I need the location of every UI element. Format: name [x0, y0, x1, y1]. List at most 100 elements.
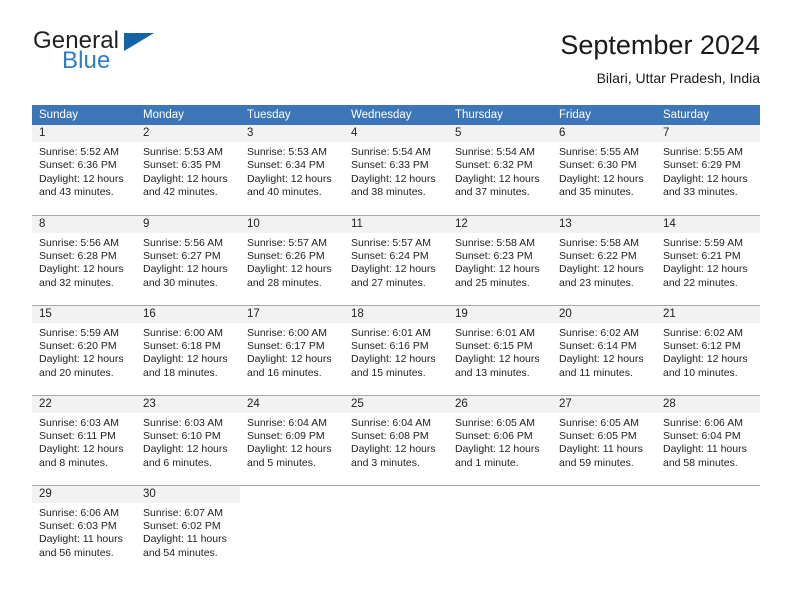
day-cell[interactable]: 17 Sunrise: 6:00 AM Sunset: 6:17 PM Dayl… [240, 304, 344, 395]
weekday-header-thursday: Thursday [448, 105, 552, 125]
day-details: Sunrise: 6:07 AM Sunset: 6:02 PM Dayligh… [136, 503, 240, 561]
sunrise-sunset-calendar-table: Sunday Monday Tuesday Wednesday Thursday… [32, 105, 760, 575]
day-cell[interactable]: 27 Sunrise: 6:05 AM Sunset: 6:05 PM Dayl… [552, 394, 656, 485]
sunrise-text: Sunrise: 6:03 AM [143, 416, 223, 429]
day-number: 2 [136, 125, 240, 142]
daylight-text-line2: and 1 minute. [455, 456, 519, 469]
day-cell[interactable]: 26 Sunrise: 6:05 AM Sunset: 6:06 PM Dayl… [448, 394, 552, 485]
sunset-text: Sunset: 6:11 PM [39, 429, 116, 442]
day-cell[interactable]: 6 Sunrise: 5:55 AM Sunset: 6:30 PM Dayli… [552, 125, 656, 215]
sunset-text: Sunset: 6:14 PM [559, 339, 637, 352]
daylight-text-line1: Daylight: 12 hours [351, 263, 436, 276]
weekday-header-saturday: Saturday [656, 105, 760, 125]
sunrise-text: Sunrise: 6:02 AM [663, 326, 743, 339]
daylight-text-line1: Daylight: 12 hours [351, 172, 436, 185]
sunrise-text: Sunrise: 6:01 AM [455, 326, 535, 339]
day-number: 18 [344, 305, 448, 323]
day-number: 3 [240, 125, 344, 142]
day-cell[interactable]: 10 Sunrise: 5:57 AM Sunset: 6:26 PM Dayl… [240, 214, 344, 305]
sunset-text: Sunset: 6:32 PM [455, 159, 533, 172]
day-number: 22 [32, 395, 136, 413]
day-number: 24 [240, 395, 344, 413]
day-details: Sunrise: 5:57 AM Sunset: 6:26 PM Dayligh… [240, 233, 344, 291]
daylight-text-line2: and 43 minutes. [39, 186, 114, 199]
weekday-header-row: Sunday Monday Tuesday Wednesday Thursday… [32, 105, 760, 125]
day-cell[interactable]: 12 Sunrise: 5:58 AM Sunset: 6:23 PM Dayl… [448, 214, 552, 305]
sunrise-text: Sunrise: 5:53 AM [143, 146, 223, 158]
day-cell[interactable]: 11 Sunrise: 5:57 AM Sunset: 6:24 PM Dayl… [344, 214, 448, 305]
day-details [344, 503, 448, 507]
sunrise-text: Sunrise: 6:07 AM [143, 506, 223, 519]
day-cell[interactable]: 18 Sunrise: 6:01 AM Sunset: 6:16 PM Dayl… [344, 304, 448, 395]
sunset-text: Sunset: 6:09 PM [247, 429, 325, 442]
day-details: Sunrise: 6:06 AM Sunset: 6:03 PM Dayligh… [32, 503, 136, 561]
day-details [552, 503, 656, 507]
day-cell[interactable]: 23 Sunrise: 6:03 AM Sunset: 6:10 PM Dayl… [136, 394, 240, 485]
day-cell[interactable]: 9 Sunrise: 5:56 AM Sunset: 6:27 PM Dayli… [136, 214, 240, 305]
sunset-text: Sunset: 6:28 PM [39, 249, 117, 262]
day-details: Sunrise: 5:59 AM Sunset: 6:20 PM Dayligh… [32, 323, 136, 381]
day-cell[interactable]: 5 Sunrise: 5:54 AM Sunset: 6:32 PM Dayli… [448, 125, 552, 215]
day-cell[interactable]: 22 Sunrise: 6:03 AM Sunset: 6:11 PM Dayl… [32, 394, 136, 485]
daylight-text-line1: Daylight: 12 hours [247, 353, 332, 366]
day-cell[interactable]: 15 Sunrise: 5:59 AM Sunset: 6:20 PM Dayl… [32, 304, 136, 395]
day-number [656, 486, 760, 503]
daylight-text-line1: Daylight: 12 hours [559, 172, 644, 185]
day-cell[interactable]: 14 Sunrise: 5:59 AM Sunset: 6:21 PM Dayl… [656, 214, 760, 305]
sunrise-text: Sunrise: 5:59 AM [39, 326, 119, 339]
day-cell[interactable]: 16 Sunrise: 6:00 AM Sunset: 6:18 PM Dayl… [136, 304, 240, 395]
calendar-week-row: 15 Sunrise: 5:59 AM Sunset: 6:20 PM Dayl… [32, 304, 760, 395]
day-number: 8 [32, 215, 136, 233]
page-subtitle: Bilari, Uttar Pradesh, India [596, 70, 760, 86]
day-cell[interactable]: 29 Sunrise: 6:06 AM Sunset: 6:03 PM Dayl… [32, 484, 136, 575]
day-number: 5 [448, 125, 552, 142]
daylight-text-line1: Daylight: 12 hours [455, 353, 540, 366]
day-cell[interactable]: 25 Sunrise: 6:04 AM Sunset: 6:08 PM Dayl… [344, 394, 448, 485]
daylight-text-line2: and 59 minutes. [559, 456, 634, 469]
day-number: 17 [240, 305, 344, 323]
daylight-text-line1: Daylight: 12 hours [663, 172, 748, 185]
day-details: Sunrise: 6:06 AM Sunset: 6:04 PM Dayligh… [656, 413, 760, 471]
day-cell[interactable]: 1 Sunrise: 5:52 AM Sunset: 6:36 PM Dayli… [32, 125, 136, 215]
day-cell[interactable]: 8 Sunrise: 5:56 AM Sunset: 6:28 PM Dayli… [32, 214, 136, 305]
day-cell[interactable]: 4 Sunrise: 5:54 AM Sunset: 6:33 PM Dayli… [344, 125, 448, 215]
sunrise-text: Sunrise: 6:04 AM [351, 416, 431, 429]
day-cell[interactable]: 28 Sunrise: 6:06 AM Sunset: 6:04 PM Dayl… [656, 394, 760, 485]
day-details: Sunrise: 5:53 AM Sunset: 6:34 PM Dayligh… [240, 142, 344, 200]
daylight-text-line2: and 23 minutes. [559, 276, 634, 289]
day-details: Sunrise: 6:00 AM Sunset: 6:18 PM Dayligh… [136, 323, 240, 381]
day-details: Sunrise: 6:02 AM Sunset: 6:14 PM Dayligh… [552, 323, 656, 381]
day-number [448, 486, 552, 503]
day-cell[interactable]: 13 Sunrise: 5:58 AM Sunset: 6:22 PM Dayl… [552, 214, 656, 305]
daylight-text-line1: Daylight: 12 hours [351, 443, 436, 456]
day-cell[interactable]: 20 Sunrise: 6:02 AM Sunset: 6:14 PM Dayl… [552, 304, 656, 395]
sunrise-text: Sunrise: 5:56 AM [39, 236, 119, 249]
day-cell[interactable]: 21 Sunrise: 6:02 AM Sunset: 6:12 PM Dayl… [656, 304, 760, 395]
sunset-text: Sunset: 6:16 PM [351, 339, 429, 352]
day-details: Sunrise: 6:03 AM Sunset: 6:10 PM Dayligh… [136, 413, 240, 471]
daylight-text-line2: and 20 minutes. [39, 366, 114, 379]
day-cell[interactable]: 19 Sunrise: 6:01 AM Sunset: 6:15 PM Dayl… [448, 304, 552, 395]
weekday-header-friday: Friday [552, 105, 656, 125]
daylight-text-line1: Daylight: 12 hours [455, 263, 540, 276]
day-cell[interactable]: 2 Sunrise: 5:53 AM Sunset: 6:35 PM Dayli… [136, 125, 240, 215]
daylight-text-line2: and 11 minutes. [559, 366, 633, 379]
daylight-text-line2: and 28 minutes. [247, 276, 322, 289]
day-cell[interactable]: 30 Sunrise: 6:07 AM Sunset: 6:02 PM Dayl… [136, 484, 240, 575]
daylight-text-line2: and 15 minutes. [351, 366, 426, 379]
day-cell[interactable]: 24 Sunrise: 6:04 AM Sunset: 6:09 PM Dayl… [240, 394, 344, 485]
sunset-text: Sunset: 6:30 PM [559, 159, 637, 172]
day-cell[interactable]: 7 Sunrise: 5:55 AM Sunset: 6:29 PM Dayli… [656, 125, 760, 215]
daylight-text-line2: and 42 minutes. [143, 186, 218, 199]
day-details: Sunrise: 6:01 AM Sunset: 6:16 PM Dayligh… [344, 323, 448, 381]
daylight-text-line2: and 27 minutes. [351, 276, 426, 289]
daylight-text-line1: Daylight: 12 hours [455, 443, 540, 456]
page-masthead: General Blue September 2024 Bilari, Utta… [32, 28, 760, 98]
day-number: 6 [552, 125, 656, 142]
sunrise-text: Sunrise: 5:55 AM [663, 146, 743, 158]
title-block: September 2024 Bilari, Uttar Pradesh, In… [560, 28, 760, 88]
day-cell[interactable]: 3 Sunrise: 5:53 AM Sunset: 6:34 PM Dayli… [240, 125, 344, 215]
daylight-text-line1: Daylight: 12 hours [247, 172, 332, 185]
day-details: Sunrise: 5:59 AM Sunset: 6:21 PM Dayligh… [656, 233, 760, 291]
day-number: 16 [136, 305, 240, 323]
